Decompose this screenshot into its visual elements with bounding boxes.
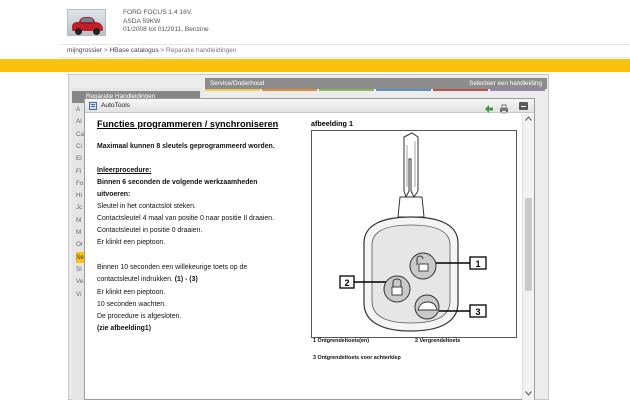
category-stripes — [205, 89, 547, 92]
scrollbar-thumb[interactable] — [525, 198, 532, 291]
window-titlebar: AutoTools — [85, 99, 534, 114]
step-item: Er klinkt een pieptoon. — [97, 289, 166, 296]
step-item: Sleutel in het contactslot steken. — [97, 203, 196, 210]
legend-item: 3 Ontgrendeltoets voor achterklep — [313, 355, 401, 361]
vehicle-thumbnail — [67, 9, 106, 36]
step2-line1: Binnen 10 seconden een willekeurige toet… — [97, 264, 248, 271]
header-divider — [60, 44, 630, 45]
callout-2: 2 — [344, 278, 349, 288]
step-heading-line2: uitvoeren: — [97, 191, 131, 198]
breadcrumb-divider — [60, 57, 630, 58]
select-manual-link[interactable]: Selecteer een handleiding — [469, 78, 542, 89]
breadcrumb-home-link[interactable]: mijngrossier — [67, 47, 102, 54]
breadcrumb-separator: > — [160, 47, 165, 54]
key-figure: 1 2 3 — [311, 130, 517, 338]
vehicle-model: FORD FOCUS 1.4 16V. — [123, 9, 193, 16]
scroll-down-icon[interactable] — [525, 391, 532, 396]
category-stripe — [262, 89, 317, 91]
category-stripe — [319, 89, 374, 91]
category-stripe — [376, 89, 431, 91]
breadcrumb-catalog-link[interactable]: HBase catalogus — [109, 47, 158, 54]
content-header-title: Service/Onderhoud — [210, 80, 265, 87]
manual-content-header: Service/Onderhoud Selecteer een handleid… — [205, 78, 547, 89]
category-stripe — [490, 89, 545, 91]
breadcrumb-separator: > — [103, 47, 108, 54]
step-heading-line1: Binnen 6 seconden de volgende werkzaamhe… — [97, 179, 258, 186]
step-item: Contactsleutel in positie 0 draaien. — [97, 227, 203, 234]
category-stripe — [205, 89, 260, 91]
procedure-label: Inleerprocedure: — [97, 167, 152, 174]
legend-item: 1 Ontgrendeltoets(en) — [313, 338, 370, 344]
step2-line2: contactsleutel indrukken. (1) - (3) — [97, 275, 307, 284]
key-reference: (1) - (3) — [174, 276, 198, 283]
document-scrollbar[interactable] — [522, 114, 534, 400]
vehicle-info: FORD FOCUS 1.4 16V. ASDA 59KW 01/2008 to… — [123, 9, 209, 35]
step-item: Er klinkt een pieptoon. — [97, 239, 166, 246]
callout-1: 1 — [475, 259, 480, 269]
minimize-close-button[interactable] — [519, 102, 528, 110]
step-item: De procedure is afgesloten. — [97, 313, 182, 320]
brand-bar — [0, 59, 630, 72]
breadcrumb-current: Reparatie handleidingen — [166, 47, 237, 54]
autotools-window: AutoTools Functies programmeren / synchr… — [84, 98, 535, 400]
step-item: 10 seconden wachten. — [97, 301, 166, 308]
category-stripe — [433, 89, 488, 91]
figure-label: afbeelding 1 — [311, 119, 353, 128]
car-key-illustration: 1 2 3 — [339, 132, 487, 332]
intro-text: Maximaal kunnen 8 sleutels geprogrammeer… — [97, 143, 275, 150]
printer-icon[interactable] — [499, 101, 509, 114]
step-item: Contactsleutel 4 maal van positie 0 naar… — [97, 215, 274, 222]
document-content: Functies programmeren / synchroniseren M… — [85, 114, 520, 400]
vehicle-period: 01/2008 tot 01/2011, Benzine — [123, 26, 209, 34]
scroll-up-icon[interactable] — [525, 116, 532, 121]
window-title: AutoTools — [101, 102, 130, 109]
figure-reference: (zie afbeelding1) — [97, 325, 151, 332]
breadcrumb: mijngrossier > HBase catalogus > Reparat… — [67, 47, 237, 54]
callout-3: 3 — [475, 307, 480, 317]
vehicle-engine: ASDA 59KW — [123, 17, 161, 25]
legend-item: 2 Vergrendeltoets — [415, 338, 461, 344]
back-arrow-icon[interactable] — [484, 101, 494, 113]
step2-line2-text: contactsleutel indrukken. — [97, 276, 173, 283]
page-root: FORD FOCUS 1.4 16V. ASDA 59KW 01/2008 to… — [0, 0, 630, 400]
document-heading: Functies programmeren / synchroniseren — [97, 119, 279, 129]
app-window-icon — [89, 102, 97, 110]
